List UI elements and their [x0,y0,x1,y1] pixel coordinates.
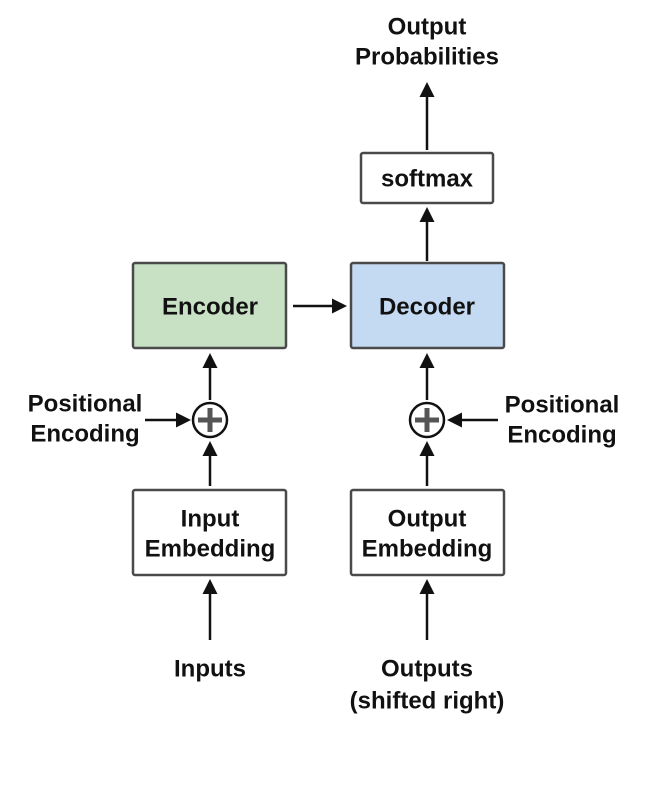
plus-node-right [410,403,444,437]
positional-encoding-left-line2: Encoding [30,420,139,447]
output-embedding-label-line1: Output [388,505,467,532]
output-embedding-label-line2: Embedding [362,535,493,562]
input-embedding-label-line2: Embedding [145,535,276,562]
positional-encoding-right-line1: Positional [505,391,620,418]
inputs-label: Inputs [174,655,246,682]
outputs-label-line1: Outputs [381,655,473,682]
positional-encoding-left-line1: Positional [28,390,143,417]
encoder-label: Encoder [162,293,258,320]
output-probabilities-label-line1: Output [388,13,467,40]
outputs-label-line2: (shifted right) [350,687,505,714]
softmax-label: softmax [381,165,474,192]
positional-encoding-right-line2: Encoding [507,421,616,448]
output-probabilities-label-line2: Probabilities [355,43,499,70]
plus-node-left [193,403,227,437]
input-embedding-label-line1: Input [181,505,240,532]
decoder-label: Decoder [379,293,475,320]
